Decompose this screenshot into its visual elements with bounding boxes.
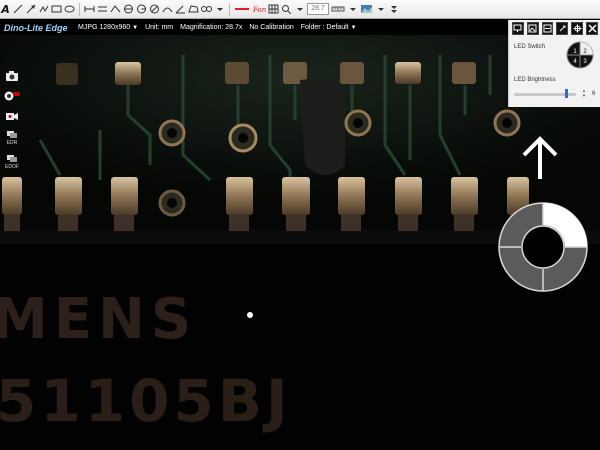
annotation-toolbar: A Font 28.7 (0, 0, 600, 19)
led-brightness-slider-thumb[interactable] (565, 89, 568, 98)
tab-settings[interactable] (571, 22, 584, 35)
edof-button[interactable]: EDOF (4, 152, 20, 172)
overlay-dropdown-icon[interactable] (375, 3, 386, 16)
led-quadrant-switch[interactable]: 1 2 3 4 (566, 41, 594, 69)
gear-icon (573, 24, 582, 33)
monitor-icon (513, 24, 522, 32)
magnification-value: Magnification: 28.7x (180, 24, 243, 31)
zoom-value-field[interactable]: 28.7 (307, 3, 329, 15)
edr-icon (7, 131, 17, 138)
folder-value: Folder : Default (300, 24, 349, 31)
brand-title: Dino-Lite Edge (4, 22, 68, 33)
led-brightness-label: LED Brightness (514, 77, 556, 83)
line-color-icon[interactable] (234, 3, 250, 16)
resolution-value: MJPG 1280x960 (78, 24, 131, 31)
scale-dropdown-icon[interactable] (347, 3, 358, 16)
grid-icon[interactable] (268, 3, 279, 16)
ruler-scale-icon[interactable] (331, 3, 345, 16)
ellipse-tool-icon[interactable] (64, 3, 75, 16)
svg-text:Font: Font (252, 6, 266, 14)
measure-circle-icon[interactable] (123, 3, 134, 16)
unit-display: Unit: mm (145, 24, 173, 31)
unit-value: Unit: mm (145, 24, 174, 31)
resolution-select[interactable]: MJPG 1280x960 ▼ (78, 24, 138, 31)
chevron-down-icon: ▼ (132, 24, 139, 31)
polyline-tool-icon[interactable] (38, 3, 49, 16)
zoom-icon[interactable] (281, 3, 292, 16)
video-camera-icon (6, 113, 18, 120)
text-tool-button[interactable]: A (1, 3, 10, 16)
image-icon (528, 24, 537, 33)
zoom-dropdown-icon[interactable] (294, 3, 305, 16)
edof-icon (7, 155, 17, 162)
tab-tools[interactable] (556, 22, 569, 35)
close-icon (588, 24, 597, 33)
line-tool-icon[interactable] (12, 3, 23, 16)
camera-icon (6, 71, 18, 81)
adjust-icon (543, 24, 552, 33)
edof-label: EDOF (5, 164, 19, 170)
more-tools-icon[interactable] (388, 3, 399, 16)
measure-arc-icon[interactable] (162, 3, 173, 16)
measure-area-icon[interactable] (188, 3, 199, 16)
edr-button[interactable]: EDR (4, 128, 20, 148)
camera-snapshot-button[interactable] (4, 68, 20, 84)
chevron-down-icon: ▼ (350, 24, 357, 31)
wrench-icon (559, 25, 566, 32)
toolbar-divider (229, 2, 230, 16)
rectangle-tool-icon[interactable] (51, 3, 62, 16)
arrow-tool-icon[interactable] (25, 3, 36, 16)
tab-image[interactable] (526, 22, 539, 35)
timer-capture-button[interactable] (4, 88, 20, 104)
close-panel-button[interactable] (586, 22, 598, 35)
font-style-icon[interactable]: Font (252, 3, 266, 16)
measure-polyline-icon[interactable] (110, 3, 121, 16)
chip-marking-line2: 51105BJ (0, 367, 292, 435)
measure-parallel-icon[interactable] (97, 3, 108, 16)
measure-line-icon[interactable] (84, 3, 95, 16)
calibration-value: No Calibration (249, 24, 294, 31)
move-up-arrow-icon[interactable] (520, 135, 560, 181)
capture-tools-column: EDR EDOF (4, 68, 24, 176)
chip-marking-line1: MENS (0, 287, 198, 352)
light-reflection (247, 312, 253, 318)
toolbar-divider (79, 2, 80, 16)
led-brightness-spinner[interactable]: ▲ ▼ (581, 88, 587, 99)
measure-diameter-icon[interactable] (149, 3, 160, 16)
tab-display[interactable] (512, 22, 524, 35)
tab-adjust[interactable] (541, 22, 554, 35)
video-record-button[interactable] (4, 108, 20, 124)
measure-radius-icon[interactable] (136, 3, 147, 16)
overlay-image-icon[interactable] (360, 3, 373, 16)
navigation-wheel[interactable] (497, 201, 589, 293)
led-brightness-value: 6 (592, 91, 596, 97)
measure-dropdown-icon[interactable] (214, 3, 225, 16)
folder-select[interactable]: Folder : Default ▼ (301, 24, 357, 31)
calibration-display: No Calibration (249, 24, 293, 31)
timer-camera-icon (4, 91, 19, 101)
measure-angle-icon[interactable] (175, 3, 186, 16)
magnification-display: Magnification: 28.7x (180, 24, 242, 31)
measure-center-icon[interactable] (201, 3, 212, 16)
led-switch-label: LED Switch (514, 44, 546, 50)
led-panel-tabs (509, 20, 600, 35)
edr-label: EDR (6, 140, 18, 146)
